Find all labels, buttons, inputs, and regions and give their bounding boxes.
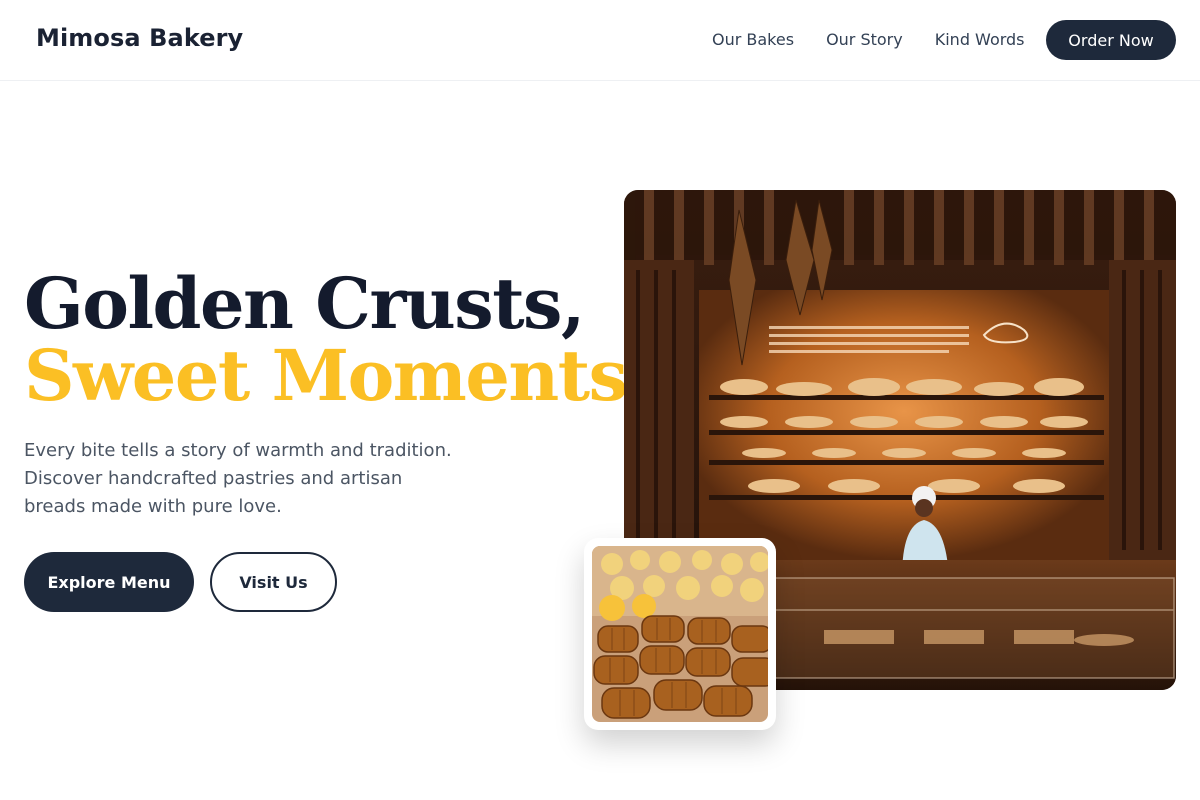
visit-us-button[interactable]: Visit Us: [210, 552, 337, 612]
hero-headline-line1: Golden Crusts,: [24, 262, 585, 345]
site-header: Mimosa Bakery Our Bakes Our Story Kind W…: [0, 0, 1200, 81]
order-now-button[interactable]: Order Now: [1046, 20, 1176, 60]
brand-logo[interactable]: Mimosa Bakery: [36, 24, 243, 52]
nav-link-our-story[interactable]: Our Story: [826, 30, 903, 49]
explore-menu-button[interactable]: Explore Menu: [24, 552, 194, 612]
nav-link-our-bakes[interactable]: Our Bakes: [712, 30, 794, 49]
hero-headline-line2: Sweet Moments.: [24, 334, 651, 417]
pastry-tray-image: [592, 546, 768, 722]
hero-description: Every bite tells a story of warmth and t…: [24, 440, 452, 517]
pastry-thumbnail-card: [584, 538, 776, 730]
nav-links: Our Bakes Our Story Kind Words: [712, 30, 1025, 49]
hero-headline: Golden Crusts, Sweet Moments.: [24, 262, 651, 417]
nav-link-kind-words[interactable]: Kind Words: [935, 30, 1025, 49]
